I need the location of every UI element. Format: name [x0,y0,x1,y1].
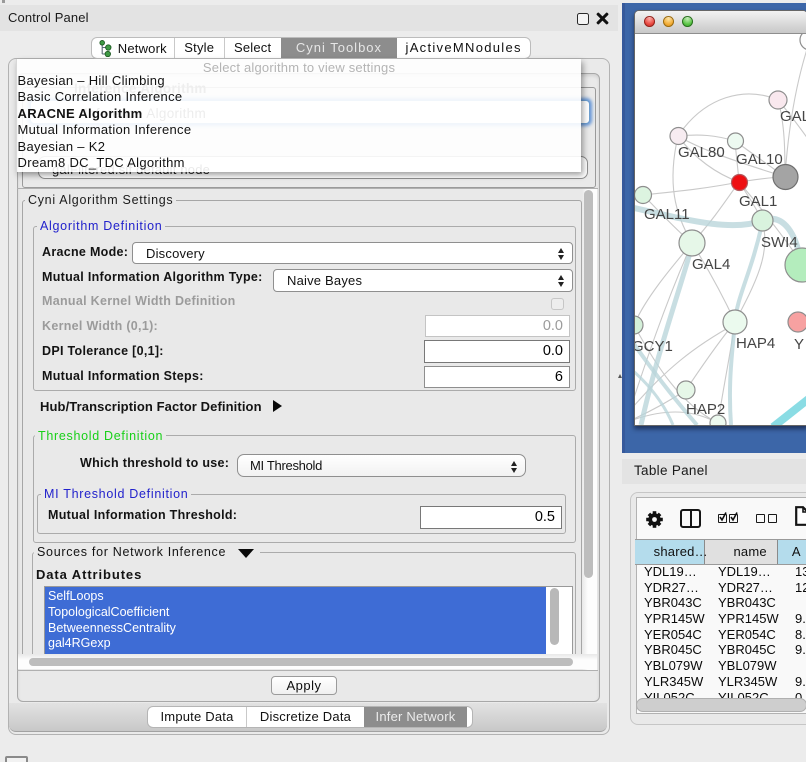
svg-text:Y: Y [794,336,804,353]
svg-text:GAL10: GAL10 [736,151,783,168]
svg-text:GAL11: GAL11 [644,206,690,223]
svg-text:SWI4: SWI4 [761,234,798,251]
svg-text:GAL1: GAL1 [739,193,777,210]
svg-text:GCY1: GCY1 [635,338,673,355]
svg-text:GAL80: GAL80 [678,144,725,161]
svg-text:GAL4: GAL4 [692,256,730,273]
svg-text:GAL7: GAL7 [780,108,806,125]
svg-text:HAP2: HAP2 [686,401,725,418]
svg-text:HAP4: HAP4 [736,335,775,352]
